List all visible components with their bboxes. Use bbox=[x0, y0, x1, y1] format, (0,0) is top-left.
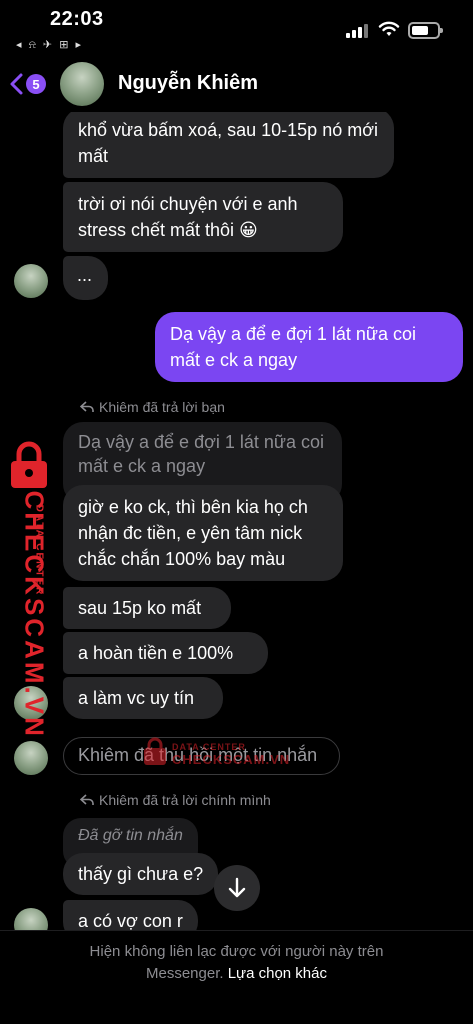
chevron-left-icon bbox=[10, 73, 23, 95]
scroll-to-bottom-button[interactable] bbox=[214, 865, 260, 911]
message-bubble[interactable]: sau 15p ko mất bbox=[63, 587, 231, 629]
sender-avatar bbox=[14, 908, 48, 930]
sender-avatar bbox=[14, 741, 48, 775]
other-options-link[interactable]: Lựa chọn khác bbox=[228, 965, 327, 982]
back-button[interactable]: 5 bbox=[8, 70, 52, 98]
message-list[interactable]: khổ vừa bấm xoá, sau 10-15p nó mới mất t… bbox=[0, 112, 473, 930]
watermark-brand: CHECKSCAM.VN bbox=[19, 490, 50, 739]
reply-label: Khiêm đã trả lời chính mình bbox=[80, 792, 271, 808]
sender-avatar bbox=[14, 264, 48, 298]
watermark: DATA CENTER CHECKSCAM.VN bbox=[142, 736, 302, 772]
watermark: DATA CENTER CHECKSCAM.VN bbox=[4, 440, 64, 739]
footer-notice: Hiện không liên lạc được với người này t… bbox=[89, 943, 384, 960]
reply-label: Khiêm đã trả lời bạn bbox=[80, 399, 225, 415]
message-bubble[interactable]: ... bbox=[63, 256, 108, 300]
arrow-down-icon bbox=[228, 877, 246, 898]
status-bar: 22:03 ◂ ⍾ ✈ ⊞ ▸ bbox=[0, 0, 473, 56]
reply-arrow-icon bbox=[80, 794, 94, 805]
watermark-subtitle: DATA CENTER bbox=[172, 742, 246, 752]
message-bubble[interactable]: giờ e ko ck, thì bên kia họ ch nhận đc t… bbox=[63, 485, 343, 581]
outgoing-message-bubble[interactable]: Dạ vậy a để e đợi 1 lát nữa coi mất e ck… bbox=[155, 312, 463, 382]
message-bubble[interactable]: thấy gì chưa e? bbox=[63, 853, 219, 895]
signal-icon bbox=[346, 24, 368, 38]
unread-badge: 5 bbox=[26, 74, 46, 94]
contact-name[interactable]: Nguyễn Khiêm bbox=[118, 72, 258, 95]
conversation-header: 5 Nguyễn Khiêm bbox=[0, 56, 473, 112]
footer-prefix: Messenger. bbox=[146, 965, 224, 982]
message-bubble[interactable]: a hoàn tiền e 100% bbox=[63, 632, 268, 674]
footer-notice-line2: Messenger. Lựa chọn khác bbox=[0, 963, 473, 985]
message-bubble[interactable]: khổ vừa bấm xoá, sau 10-15p nó mới mất bbox=[63, 112, 394, 178]
message-bubble[interactable]: trời ơi nói chuyện với e anh stress chết… bbox=[63, 182, 343, 252]
wifi-icon bbox=[378, 20, 400, 38]
message-bubble[interactable]: a có vợ con r bbox=[63, 900, 198, 930]
status-time: 22:03 bbox=[50, 8, 104, 30]
reply-label-text: Khiêm đã trả lời bạn bbox=[99, 399, 225, 415]
reply-arrow-icon bbox=[80, 401, 94, 412]
status-left-icons: ◂ ⍾ ✈ ⊞ ▸ bbox=[16, 39, 83, 51]
battery-icon bbox=[408, 22, 443, 39]
message-bubble[interactable]: a làm vc uy tín bbox=[63, 677, 223, 719]
reply-label-text: Khiêm đã trả lời chính mình bbox=[99, 792, 271, 808]
unavailable-footer: Hiện không liên lạc được với người này t… bbox=[0, 930, 473, 1024]
lock-icon bbox=[144, 737, 166, 765]
watermark-brand: CHECKSCAM.VN bbox=[172, 752, 291, 767]
contact-avatar[interactable] bbox=[60, 62, 104, 106]
